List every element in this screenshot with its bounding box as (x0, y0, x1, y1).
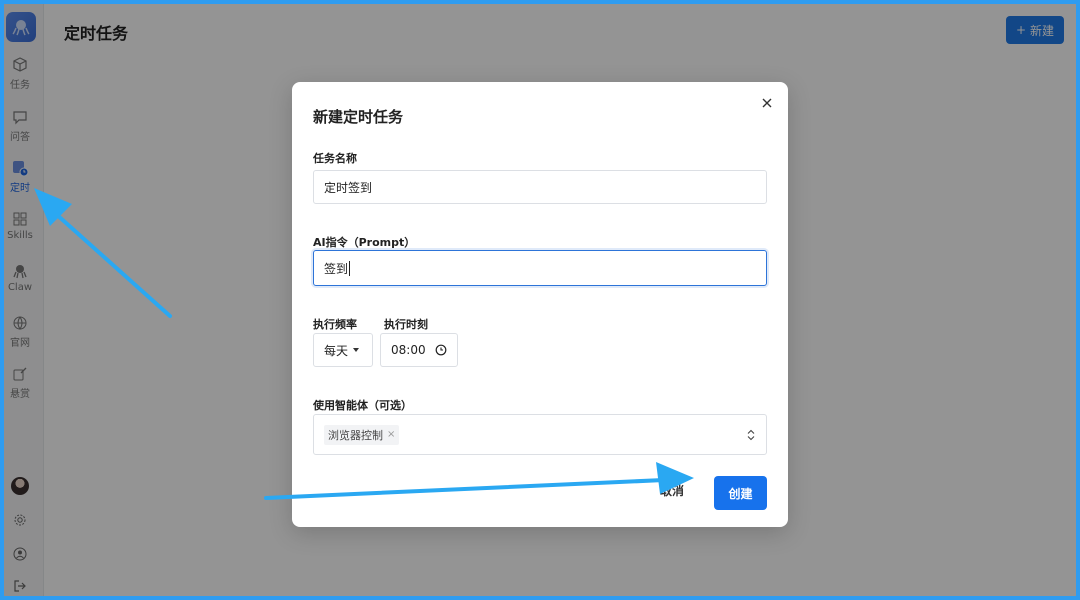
agent-tag: 浏览器控制 × (324, 424, 400, 445)
frequency-label: 执行频率 (313, 318, 357, 331)
agent-tag-label: 浏览器控制 (328, 428, 383, 442)
task-name-label: 任务名称 (313, 152, 357, 165)
caret-down-icon (353, 348, 360, 352)
task-name-input[interactable]: 定时签到 (313, 170, 767, 204)
clock-icon (435, 344, 447, 356)
remove-tag-icon[interactable]: × (387, 429, 395, 440)
prompt-label: AI指令（Prompt） (313, 236, 416, 249)
agent-label: 使用智能体（可选） (313, 399, 412, 412)
time-picker[interactable]: 08:00 (380, 333, 458, 367)
cancel-button[interactable]: 取消 (660, 482, 684, 499)
time-label: 执行时刻 (384, 318, 428, 331)
text-caret (349, 260, 351, 276)
prompt-value: 签到 (324, 261, 349, 276)
close-icon[interactable] (760, 96, 774, 110)
prompt-input[interactable]: 签到 (313, 250, 767, 286)
time-value: 08:00 (391, 343, 426, 357)
create-button[interactable]: 创建 (714, 476, 767, 510)
task-name-value: 定时签到 (324, 180, 373, 195)
frequency-value: 每天 (324, 343, 349, 358)
frequency-select[interactable]: 每天 (313, 333, 373, 367)
dialog-title: 新建定时任务 (313, 108, 404, 126)
app-window: 任务 问答 定时 Skills Claw 官网 悬赏 定时任务 + 新建 新建定… (4, 4, 1076, 596)
chevron-updown-icon (747, 429, 755, 440)
new-scheduled-task-dialog: 新建定时任务 任务名称 定时签到 AI指令（Prompt） 签到 执行频率 执行… (292, 82, 788, 527)
agent-multiselect[interactable]: 浏览器控制 × (313, 414, 767, 455)
